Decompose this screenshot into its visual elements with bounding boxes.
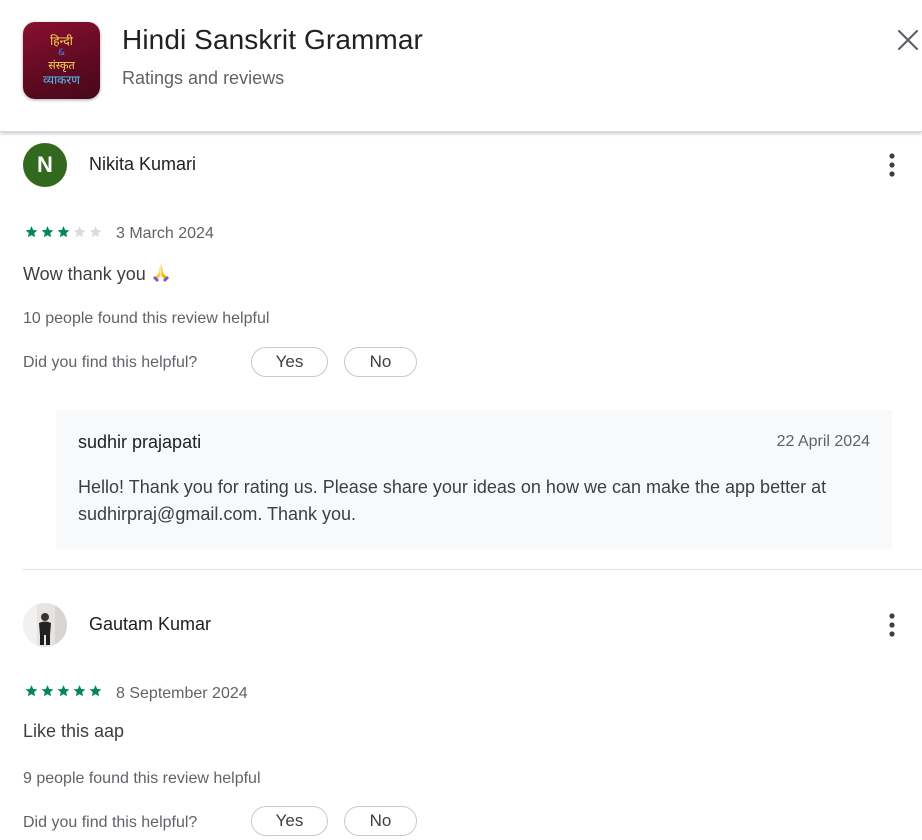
reply-author: sudhir prajapati [78, 432, 202, 452]
review-text: Like this aap [23, 721, 125, 741]
app-icon-text-vyakaran: व्याकरण [43, 72, 80, 87]
developer-reply: sudhir prajapati 22 April 2024 Hello! Th… [56, 410, 892, 549]
dialog-header: हिन्दी & संस्कृत व्याकरण Hindi Sanskrit … [0, 0, 922, 132]
app-icon-text-sanskrit: संस्कृत [48, 58, 75, 72]
no-label: No [369, 811, 392, 830]
helpful-no-button[interactable]: No [344, 806, 417, 836]
app-icon-text-hindi: हिन्दी [50, 33, 73, 48]
review-divider [23, 569, 922, 570]
star-filled-icon [25, 685, 38, 697]
close-icon [897, 29, 919, 51]
app-icon: हिन्दी & संस्कृत व्याकरण [23, 22, 100, 99]
star-filled-icon [73, 685, 86, 697]
avatar [23, 603, 67, 647]
avatar: N [23, 143, 67, 187]
close-button[interactable] [894, 26, 922, 56]
review-date: 3 March 2024 [116, 225, 214, 242]
app-title: Hindi Sanskrit Grammar [122, 24, 423, 55]
star-filled-icon [41, 685, 54, 697]
page-subtitle: Ratings and reviews [122, 68, 285, 88]
star-filled-icon [57, 685, 70, 697]
star-empty-icon [89, 226, 102, 238]
yes-label: Yes [275, 352, 304, 371]
review-text-content: Wow thank you [23, 264, 146, 284]
star-filled-icon [25, 226, 38, 238]
avatar-letter: N [37, 152, 53, 177]
star-rating [24, 684, 103, 698]
more-vert-icon [889, 153, 895, 177]
review-text: Wow thank you [23, 261, 172, 288]
star-rating [24, 225, 103, 239]
helpful-question: Did you find this helpful? [23, 814, 198, 831]
helpful-yes-button[interactable]: Yes [251, 806, 328, 836]
user-photo-avatar-icon [23, 603, 67, 647]
more-vert-icon [889, 613, 895, 637]
helpful-count: 10 people found this review helpful [23, 310, 270, 327]
helpful-question: Did you find this helpful? [23, 354, 198, 371]
star-filled-icon [89, 685, 102, 697]
review-date: 8 September 2024 [116, 685, 248, 702]
star-empty-icon [73, 226, 86, 238]
helpful-yes-button[interactable]: Yes [251, 347, 328, 377]
reviewer-name: Nikita Kumari [89, 154, 197, 174]
yes-label: Yes [275, 811, 304, 830]
more-options-button[interactable] [882, 151, 902, 179]
app-icon-text-amp: & [57, 47, 66, 58]
reviewer-name: Gautam Kumar [89, 614, 212, 634]
no-label: No [369, 352, 392, 371]
folded-hands-emoji-icon [150, 261, 172, 288]
reply-date: 22 April 2024 [776, 433, 870, 450]
more-options-button[interactable] [882, 611, 902, 639]
helpful-count: 9 people found this review helpful [23, 770, 261, 787]
reply-text: Hello! Thank you for rating us. Please s… [78, 477, 827, 524]
helpful-no-button[interactable]: No [344, 347, 417, 377]
star-filled-icon [41, 226, 54, 238]
star-filled-icon [57, 226, 70, 238]
